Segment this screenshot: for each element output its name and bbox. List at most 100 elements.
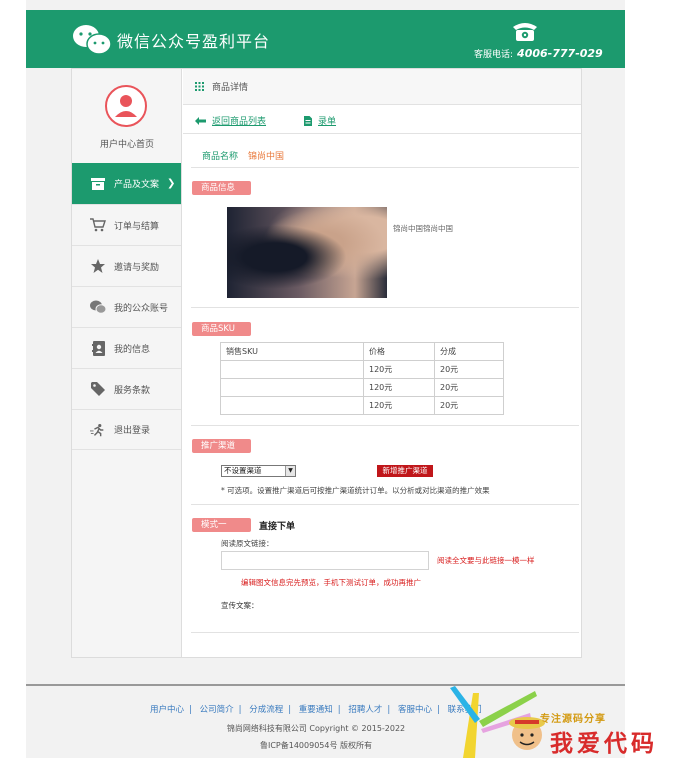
user-center-link[interactable]: 用户中心首页: [72, 137, 182, 150]
table-cell: [220, 396, 364, 415]
watermark-brand: 我爱代码: [550, 730, 658, 757]
content-area: 商品详情 返回商品列表 录单 商品名称 锦尚中国 商品信息 锦尚中国锦尚中国 商品…: [183, 69, 581, 657]
document-icon: [304, 115, 312, 126]
divider: [191, 632, 579, 633]
watermark-logo-icon: [450, 686, 545, 758]
divider: [191, 307, 579, 308]
hotline-number: 4006-777-029: [517, 47, 603, 60]
page-title: 商品详情: [212, 83, 249, 93]
table-header-row: 销售SKU 价格 分成: [220, 342, 504, 361]
sidebar-item-profile[interactable]: 我的信息: [72, 327, 181, 368]
preview-warning: 编辑图文信息完先预览，手机下测试订单，成功再推广: [241, 578, 421, 587]
table-cell: 20元: [434, 396, 504, 415]
table-cell: 120元: [363, 360, 435, 379]
sidebar-item-accounts[interactable]: 我的公众账号: [72, 286, 181, 327]
sidebar-item-terms[interactable]: 服务条款: [72, 368, 181, 409]
chevron-down-icon[interactable]: ▼: [285, 466, 295, 476]
divider: [191, 504, 579, 505]
watermark: 专注源码分享 我爱代码: [445, 683, 692, 758]
channel-select-value: 不设置渠道: [224, 466, 262, 475]
box-icon: [90, 176, 106, 192]
table-row: 120元 20元: [220, 360, 504, 379]
sidebar-item-label: 退出登录: [114, 426, 151, 436]
action-bar: 返回商品列表 录单: [183, 106, 581, 134]
sidebar-item-label: 订单与结算: [114, 221, 160, 232]
thumbnail-caption: 锦尚中国锦尚中国: [393, 224, 453, 233]
cart-icon: [90, 217, 106, 233]
sku-table: 销售SKU 价格 分成 120元 20元 120元 20元 120元 20元: [220, 342, 504, 415]
star-icon: [90, 258, 106, 274]
footer-link-support[interactable]: 客服中心: [398, 705, 432, 715]
sidebar-item-products[interactable]: 产品及文案 ❯: [72, 163, 181, 204]
table-cell: 120元: [363, 378, 435, 397]
record-order-link[interactable]: 录单: [304, 114, 336, 127]
divider: [191, 167, 579, 168]
wechat-icon: [90, 299, 106, 315]
sidebar: 用户中心首页 产品及文案 ❯ 订单与结算 邀请与奖励 我的公众账号 我的信息 服…: [72, 69, 182, 657]
separator: |: [288, 705, 292, 715]
user-icon: [115, 95, 137, 117]
telephone-icon: [513, 23, 537, 41]
table-cell: [220, 378, 364, 397]
product-thumbnail: [227, 207, 387, 298]
hotline: 客服电话: 4006-777-029: [474, 47, 603, 60]
sidebar-item-label: 产品及文案: [114, 180, 160, 190]
back-to-list-link[interactable]: 返回商品列表: [195, 114, 266, 127]
separator: |: [189, 705, 192, 715]
divider: [191, 425, 579, 426]
section-badge-mode: 模式一: [192, 518, 251, 532]
product-name-label: 商品名称: [202, 152, 239, 162]
column-header: 销售SKU: [220, 342, 364, 361]
product-name-value: 锦尚中国: [248, 152, 285, 162]
mode-title: 直接下单: [259, 522, 296, 532]
footer-link-jobs[interactable]: 招聘人才: [348, 705, 382, 715]
sidebar-item-orders[interactable]: 订单与结算: [72, 204, 181, 245]
chevron-right-icon: ❯: [167, 178, 176, 189]
read-link-note: 阅读全文要与此链接一模一样: [437, 556, 535, 565]
grid-icon: [195, 82, 204, 91]
read-link-label: 阅读原文链接：: [221, 539, 274, 548]
table-row: 120元 20元: [220, 396, 504, 415]
separator: |: [387, 705, 391, 715]
promo-text-label: 宣传文案：: [221, 601, 259, 610]
sidebar-item-label: 服务条款: [114, 385, 151, 396]
column-header: 价格: [363, 342, 435, 361]
sidebar-item-logout[interactable]: 退出登录: [72, 409, 181, 450]
table-cell: [220, 360, 364, 379]
product-name: 商品名称 锦尚中国: [202, 149, 284, 162]
footer-link-about[interactable]: 公司简介: [200, 705, 234, 715]
separator: |: [337, 705, 341, 715]
table-cell: 20元: [434, 360, 504, 379]
contact-card-icon: [90, 340, 106, 356]
main-panel: 用户中心首页 产品及文案 ❯ 订单与结算 邀请与奖励 我的公众账号 我的信息 服…: [71, 68, 582, 658]
site-title: 微信公众号盈利平台: [117, 32, 271, 51]
watermark-tagline: 专注源码分享: [540, 714, 606, 725]
site-header: 微信公众号盈利平台 客服电话: 4006-777-029: [26, 10, 625, 68]
hotline-label: 客服电话:: [474, 50, 514, 60]
footer-link-notice[interactable]: 重要通知: [299, 705, 333, 715]
table-cell: 20元: [434, 378, 504, 397]
footer-link-user-center[interactable]: 用户中心: [150, 705, 184, 715]
read-link-input[interactable]: [221, 551, 429, 570]
channel-select[interactable]: 不设置渠道 ▼: [221, 465, 296, 477]
add-channel-button[interactable]: 新增推广渠道: [377, 465, 433, 477]
tag-icon: [90, 381, 106, 397]
section-badge-sku: 商品SKU: [192, 322, 251, 336]
footer-links: 用户中心 | 公司简介 | 分成流程 | 重要通知 | 招聘人才 | 客服中心 | 联系我们: [150, 703, 482, 715]
record-order-label: 录单: [318, 117, 337, 127]
run-icon: [90, 422, 106, 438]
sidebar-item-invites[interactable]: 邀请与奖励: [72, 245, 181, 286]
table-cell: 120元: [363, 396, 435, 415]
separator: |: [238, 705, 242, 715]
table-row: 120元 20元: [220, 378, 504, 397]
section-badge-info: 商品信息: [192, 181, 251, 195]
sidebar-item-label: 我的公众账号: [114, 303, 169, 314]
breadcrumb: 商品详情: [183, 69, 581, 105]
back-to-list-label: 返回商品列表: [212, 117, 267, 127]
sidebar-item-label: 我的信息: [114, 344, 151, 355]
avatar[interactable]: [105, 85, 147, 127]
arrow-left-icon: [195, 116, 206, 125]
channel-hint: * 可选项。设置推广渠道后可按推广渠道统计订单。以分析或对比渠道的推广效果: [221, 486, 490, 495]
sidebar-item-label: 邀请与奖励: [114, 262, 160, 273]
footer-link-commission[interactable]: 分成流程: [249, 705, 283, 715]
